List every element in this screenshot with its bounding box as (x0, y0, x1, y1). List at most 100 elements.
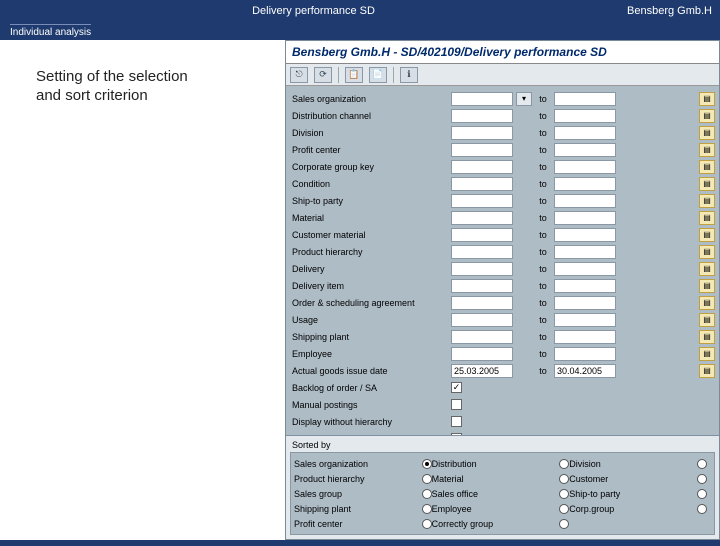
from-input[interactable] (451, 211, 513, 225)
sort-grid: Sales organizationDistributionDivisionPr… (290, 452, 715, 535)
toolbar-btn-1[interactable]: ⎋ (290, 67, 308, 83)
multiple-selection-icon[interactable]: ▤ (699, 228, 715, 242)
checkbox-row: Display without hierarchy (290, 413, 715, 430)
multiple-selection-icon[interactable]: ▤ (699, 347, 715, 361)
sort-radio[interactable] (559, 474, 569, 484)
to-input[interactable] (554, 347, 616, 361)
multiple-selection-icon[interactable]: ▤ (699, 313, 715, 327)
from-input[interactable]: 25.03.2005 (451, 364, 513, 378)
from-input[interactable] (451, 126, 513, 140)
from-input[interactable] (451, 262, 513, 276)
sort-radio[interactable] (422, 459, 432, 469)
toolbar-btn-2[interactable]: ⟳ (314, 67, 332, 83)
search-help-icon[interactable]: ▾ (516, 92, 532, 106)
to-input[interactable] (554, 279, 616, 293)
toolbar-btn-5[interactable]: ℹ (400, 67, 418, 83)
to-input[interactable] (554, 296, 616, 310)
from-input[interactable] (451, 143, 513, 157)
sort-row: Product hierarchyMaterialCustomer (294, 471, 711, 486)
sort-radio[interactable] (697, 474, 707, 484)
to-input[interactable] (554, 211, 616, 225)
to-label: to (535, 179, 551, 189)
from-input[interactable] (451, 109, 513, 123)
multiple-selection-icon[interactable]: ▤ (699, 296, 715, 310)
multiple-selection-icon[interactable]: ▤ (699, 245, 715, 259)
content-area: Setting of the selection and sort criter… (0, 40, 720, 540)
sap-window-title: Bensberg Gmb.H - SD/402109/Delivery perf… (286, 41, 719, 64)
multiple-selection-icon[interactable]: ▤ (699, 211, 715, 225)
checkbox[interactable] (451, 399, 462, 410)
from-input[interactable] (451, 160, 513, 174)
sort-radio[interactable] (559, 459, 569, 469)
to-input[interactable] (554, 262, 616, 276)
from-input[interactable] (451, 279, 513, 293)
sort-radio[interactable] (559, 504, 569, 514)
to-input[interactable] (554, 313, 616, 327)
sort-cell: Material (432, 474, 570, 484)
sort-cell: Shipping plant (294, 504, 432, 514)
toolbar-btn-3[interactable]: 📋 (345, 67, 363, 83)
from-input[interactable] (451, 177, 513, 191)
checkbox[interactable] (451, 382, 462, 393)
multiple-selection-icon[interactable]: ▤ (699, 109, 715, 123)
sort-radio[interactable] (559, 489, 569, 499)
sort-radio[interactable] (422, 519, 432, 529)
toolbar-btn-4[interactable]: 📄 (369, 67, 387, 83)
sort-label: Sales office (432, 489, 478, 499)
selection-row: Ship-to partyto▤ (290, 192, 715, 209)
to-input[interactable] (554, 92, 616, 106)
multiple-selection-icon[interactable]: ▤ (699, 177, 715, 191)
to-input[interactable]: 30.04.2005 (554, 364, 616, 378)
checkbox[interactable] (451, 416, 462, 427)
multiple-selection-icon[interactable]: ▤ (699, 160, 715, 174)
multiple-selection-icon[interactable]: ▤ (699, 143, 715, 157)
multiple-selection-icon[interactable]: ▤ (699, 279, 715, 293)
sort-row: Shipping plantEmployeeCorp.group (294, 501, 711, 516)
selection-rows: Sales organization▾to▤Distribution chann… (290, 90, 715, 379)
multiple-selection-icon[interactable]: ▤ (699, 262, 715, 276)
row-label: Actual goods issue date (290, 366, 448, 376)
row-label: Customer material (290, 230, 448, 240)
multiple-selection-icon[interactable]: ▤ (699, 92, 715, 106)
selection-row: Order & scheduling agreementto▤ (290, 294, 715, 311)
to-label: to (535, 366, 551, 376)
row-label: Order & scheduling agreement (290, 298, 448, 308)
to-label: to (535, 111, 551, 121)
from-input[interactable] (451, 330, 513, 344)
to-input[interactable] (554, 177, 616, 191)
from-input[interactable] (451, 228, 513, 242)
sort-radio[interactable] (422, 504, 432, 514)
multiple-selection-icon[interactable]: ▤ (699, 364, 715, 378)
sort-radio[interactable] (559, 519, 569, 529)
to-input[interactable] (554, 245, 616, 259)
to-input[interactable] (554, 228, 616, 242)
sort-label: Product hierarchy (294, 474, 365, 484)
from-input[interactable] (451, 296, 513, 310)
multiple-selection-icon[interactable]: ▤ (699, 194, 715, 208)
left-pane: Setting of the selection and sort criter… (0, 40, 285, 540)
to-input[interactable] (554, 109, 616, 123)
sort-radio[interactable] (697, 504, 707, 514)
checkbox-rows: Backlog of order / SAManual postingsDisp… (290, 379, 715, 435)
sort-radio[interactable] (697, 489, 707, 499)
to-input[interactable] (554, 330, 616, 344)
multiple-selection-icon[interactable]: ▤ (699, 330, 715, 344)
to-input[interactable] (554, 194, 616, 208)
to-input[interactable] (554, 126, 616, 140)
sort-cell: Sales office (432, 489, 570, 499)
sort-radio[interactable] (422, 489, 432, 499)
multiple-selection-icon[interactable]: ▤ (699, 126, 715, 140)
sort-radio[interactable] (422, 474, 432, 484)
from-input[interactable] (451, 347, 513, 361)
to-label: to (535, 230, 551, 240)
to-input[interactable] (554, 160, 616, 174)
selection-row: Materialto▤ (290, 209, 715, 226)
from-input[interactable] (451, 92, 513, 106)
to-input[interactable] (554, 143, 616, 157)
from-input[interactable] (451, 313, 513, 327)
sort-radio[interactable] (697, 459, 707, 469)
sap-toolbar: ⎋ ⟳ 📋 📄 ℹ (286, 64, 719, 86)
from-input[interactable] (451, 245, 513, 259)
sort-cell: Sales group (294, 489, 432, 499)
from-input[interactable] (451, 194, 513, 208)
